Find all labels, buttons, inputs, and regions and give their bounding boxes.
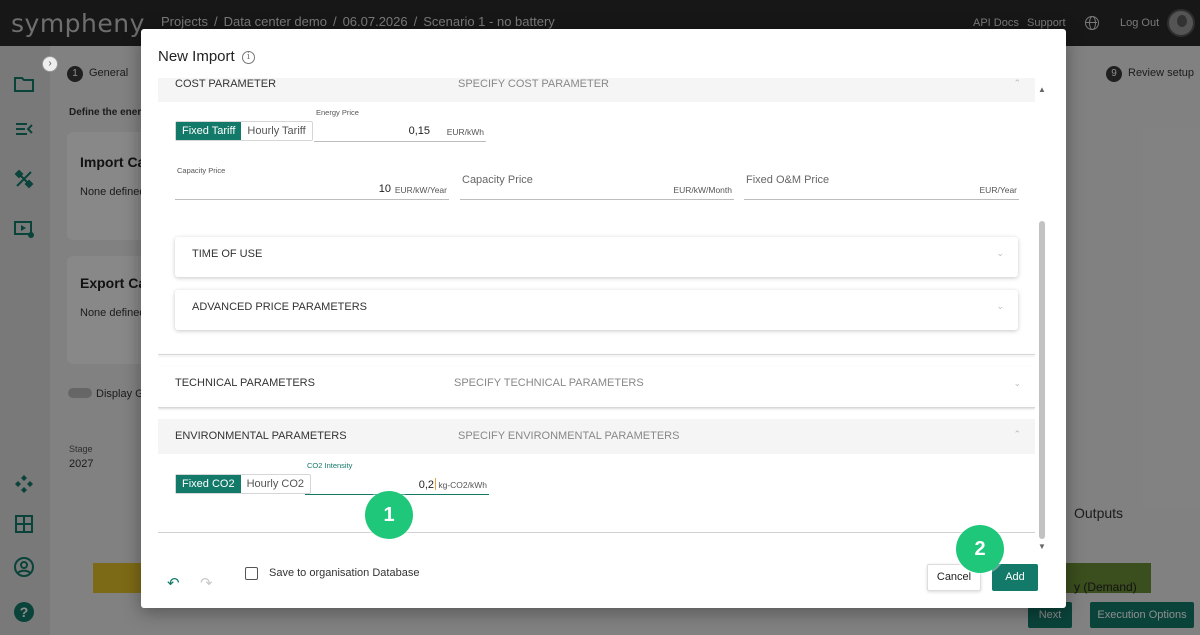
capacity-price-year-field[interactable]: Capacity Price 10 EUR/kW/Year	[175, 166, 449, 200]
chevron-right-icon[interactable]: ›	[42, 56, 58, 72]
capacity-price-month-field[interactable]: Capacity Price EUR/kW/Month	[460, 166, 734, 200]
co2-intensity-field[interactable]: CO2 Intensity 0,2 kg-CO2/kWh	[305, 461, 489, 495]
hourly-tariff-option[interactable]: Hourly Tariff	[241, 122, 311, 140]
chevron-down-icon[interactable]: ⌄	[1013, 378, 1021, 389]
advanced-price-panel[interactable]: ADVANCED PRICE PARAMETERS ⌄	[175, 290, 1018, 330]
hourly-co2-option[interactable]: Hourly CO2	[241, 475, 310, 493]
annotation-marker-2: 2	[956, 525, 1004, 573]
time-of-use-panel[interactable]: TIME OF USE ⌄	[175, 237, 1018, 277]
info-icon[interactable]: i	[242, 51, 255, 64]
energy-price-field[interactable]: Energy Price 0,15 EUR/kWh	[314, 108, 486, 142]
dialog-title: New Import	[158, 48, 235, 65]
fixed-om-price-field[interactable]: Fixed O&M Price EUR/Year	[744, 166, 1019, 200]
dialog-scroll-area[interactable]: COST PARAMETER SPECIFY COST PARAMETER ⌃ …	[158, 78, 1035, 538]
chevron-down-icon[interactable]: ⌄	[996, 301, 1004, 312]
cost-section-end	[158, 354, 1035, 355]
chevron-up-icon[interactable]: ⌃	[1013, 429, 1021, 440]
fixed-co2-option[interactable]: Fixed CO2	[176, 475, 241, 493]
co2-toggle: Fixed CO2 Hourly CO2	[175, 474, 312, 494]
new-import-dialog: New Import i COST PARAMETER SPECIFY COST…	[141, 29, 1066, 608]
add-button[interactable]: Add	[992, 564, 1038, 591]
scroll-up-arrow-icon[interactable]: ▲	[1038, 85, 1046, 94]
redo-icon[interactable]: ↷	[200, 574, 213, 592]
save-to-db-label[interactable]: Save to organisation Database	[269, 567, 419, 579]
technical-parameters-header[interactable]: TECHNICAL PARAMETERS SPECIFY TECHNICAL P…	[158, 366, 1035, 408]
fixed-tariff-option[interactable]: Fixed Tariff	[176, 122, 242, 140]
cost-parameter-header[interactable]: COST PARAMETER SPECIFY COST PARAMETER ⌃	[158, 78, 1035, 102]
chevron-up-icon[interactable]: ⌃	[1013, 78, 1021, 89]
environmental-section-end	[158, 532, 1035, 533]
tariff-toggle: Fixed Tariff Hourly Tariff	[175, 121, 313, 141]
annotation-marker-1: 1	[365, 491, 413, 539]
dialog-footer: ↶ ↷ Save to organisation Database Cancel…	[141, 544, 1066, 608]
scroll-thumb[interactable]	[1039, 221, 1045, 539]
undo-icon[interactable]: ↶	[167, 574, 180, 592]
dialog-scrollbar[interactable]: ▲ ▼	[1038, 85, 1046, 551]
chevron-down-icon[interactable]: ⌄	[996, 248, 1004, 259]
environmental-parameters-header[interactable]: ENVIRONMENTAL PARAMETERS SPECIFY ENVIRON…	[158, 419, 1035, 454]
save-to-db-checkbox[interactable]	[245, 567, 258, 580]
